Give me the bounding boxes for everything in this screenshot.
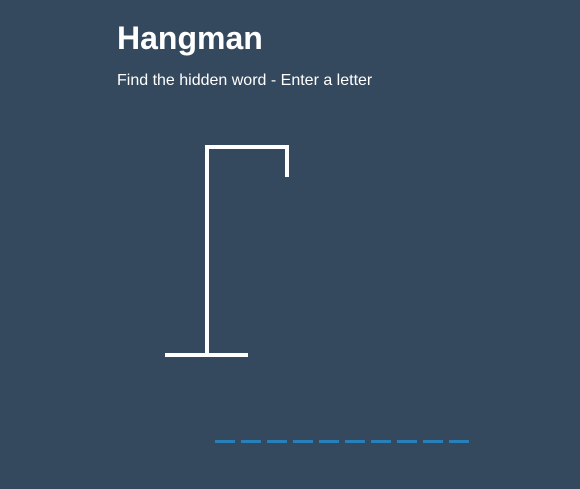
letter-slot xyxy=(449,440,469,460)
hidden-word xyxy=(215,440,469,460)
letter-slot xyxy=(371,440,391,460)
letter-slot xyxy=(267,440,287,460)
letter-slot xyxy=(293,440,313,460)
letter-slot xyxy=(319,440,339,460)
letter-slot xyxy=(423,440,443,460)
gallows-figure xyxy=(165,145,289,357)
letter-slot xyxy=(215,440,235,460)
letter-slot xyxy=(241,440,261,460)
letter-slot xyxy=(397,440,417,460)
letter-slot xyxy=(345,440,365,460)
